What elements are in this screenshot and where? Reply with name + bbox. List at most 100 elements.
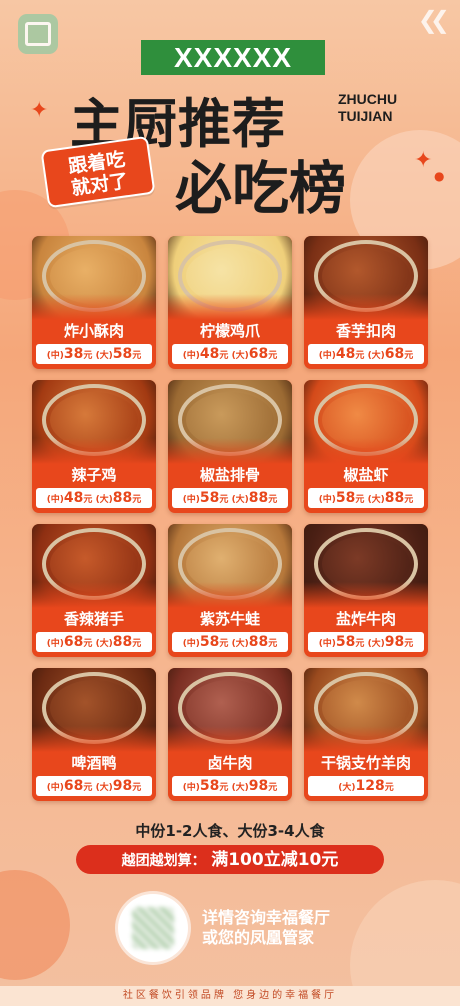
price-size: (大) [95, 639, 113, 649]
price-unit: 元 [404, 639, 414, 649]
dish-price: (中)68元 (大)98元 [36, 776, 152, 796]
dish-card[interactable]: 柠檬鸡爪 (中)48元 (大)68元 [168, 236, 292, 369]
dish-photo [168, 668, 292, 752]
dish-photo [304, 524, 428, 608]
price-value: 88 [248, 490, 269, 506]
price-size: (大) [367, 495, 385, 505]
promo-banner: 越团越划算： 满100立减10元 [76, 845, 384, 874]
dish-photo [168, 524, 292, 608]
slogan-stamp: 跟着吃 就对了 [40, 135, 156, 209]
price-unit: 元 [268, 783, 278, 793]
price-size: (中) [182, 639, 200, 649]
price-unit: 元 [132, 783, 142, 793]
dish-price: (中)48元 (大)68元 [308, 344, 424, 364]
dish-name: 香芋扣肉 [335, 322, 396, 340]
price-size: (中) [318, 495, 336, 505]
price-size: (大) [95, 351, 113, 361]
price-size: (中) [182, 783, 200, 793]
price-size: (大) [367, 639, 385, 649]
dish-name: 干锅支竹羊肉 [320, 754, 411, 772]
price-value: 68 [63, 778, 84, 794]
poster: ❮❮ XXXXXX 主厨推荐 ZHUCHU TUIJIAN 必吃榜 跟着吃 就对… [0, 0, 460, 1006]
price-value: 58 [335, 634, 356, 650]
dish-price: (中)58元 (大)88元 [172, 488, 288, 508]
dish-name: 炸小酥肉 [63, 322, 124, 340]
dish-card[interactable]: 椒盐排骨 (中)58元 (大)88元 [168, 380, 292, 513]
price-size: (大) [231, 783, 249, 793]
dish-price: (中)38元 (大)58元 [36, 344, 152, 364]
price-value: 58 [335, 490, 356, 506]
price-value: 58 [112, 346, 133, 362]
price-value: 38 [63, 346, 84, 362]
decor-circle [0, 870, 70, 980]
dish-grid: 炸小酥肉 (中)38元 (大)58元 柠檬鸡爪 (中)48元 (大)68元 香芋扣肉 (中… [32, 236, 429, 801]
price-value: 88 [112, 490, 133, 506]
portion-note: 中份1-2人食、大份3-4人食 [135, 822, 325, 840]
dish-photo [32, 524, 156, 608]
pinyin-subtitle: ZHUCHU TUIJIAN [338, 91, 397, 125]
dish-price: (中)58元 (大)98元 [308, 632, 424, 652]
dish-photo [32, 380, 156, 464]
dish-card[interactable]: 椒盐虾 (中)58元 (大)88元 [304, 380, 428, 513]
dish-card[interactable]: 啤酒鸭 (中)68元 (大)98元 [32, 668, 156, 801]
promo-offer: 满100立减10元 [211, 850, 339, 870]
dish-name: 啤酒鸭 [71, 754, 117, 772]
price-size: (大) [95, 783, 113, 793]
dish-card[interactable]: 香辣猪手 (中)68元 (大)88元 [32, 524, 156, 657]
price-value: 48 [63, 490, 84, 506]
contact-line: 或您的凤凰管家 [202, 928, 315, 947]
dish-card[interactable]: 香芋扣肉 (中)48元 (大)68元 [304, 236, 428, 369]
dish-name: 香辣猪手 [63, 610, 124, 628]
sparkle-icon: ✦ [414, 148, 433, 173]
dish-name: 卤牛肉 [207, 754, 253, 772]
dish-photo [304, 380, 428, 464]
price-size: (中) [182, 351, 200, 361]
price-value: 88 [384, 490, 405, 506]
price-value: 88 [112, 634, 133, 650]
logo-icon [18, 14, 58, 54]
price-size: (中) [46, 639, 64, 649]
price-unit: 元 [268, 351, 278, 361]
dish-photo [168, 236, 292, 320]
dish-photo [32, 236, 156, 320]
price-unit: 元 [404, 495, 414, 505]
brand-banner: XXXXXX [141, 40, 325, 75]
dish-name: 辣子鸡 [71, 466, 117, 484]
dish-card[interactable]: 炸小酥肉 (中)38元 (大)58元 [32, 236, 156, 369]
dish-card[interactable]: 紫苏牛蛙 (中)58元 (大)88元 [168, 524, 292, 657]
dish-card[interactable]: 卤牛肉 (中)58元 (大)98元 [168, 668, 292, 801]
price-value: 58 [199, 778, 220, 794]
price-size: (中) [318, 351, 336, 361]
sparkle-icon: ✦ [30, 98, 49, 123]
price-value: 68 [248, 346, 269, 362]
price-value: 68 [384, 346, 405, 362]
chevron-icon: ❮❮ [417, 6, 450, 34]
dish-card[interactable]: 辣子鸡 (中)48元 (大)88元 [32, 380, 156, 513]
qr-code[interactable] [118, 894, 188, 962]
sparkle-icon: ● [434, 169, 445, 183]
dish-card[interactable]: 干锅支竹羊肉 (大)128元 [304, 668, 428, 801]
dish-photo [304, 668, 428, 752]
sub-title: 必吃榜 [175, 156, 346, 222]
dish-photo [32, 668, 156, 752]
price-value: 98 [384, 634, 405, 650]
footer-slogan: 社区餐饮引领品牌 您身边的幸福餐厅 [0, 986, 460, 1006]
dish-card[interactable]: 盐炸牛肉 (中)58元 (大)98元 [304, 524, 428, 657]
dish-name: 柠檬鸡爪 [199, 322, 260, 340]
price-unit: 元 [132, 495, 142, 505]
price-value: 58 [199, 634, 220, 650]
dish-name: 椒盐虾 [343, 466, 389, 484]
dish-price: (中)58元 (大)88元 [308, 488, 424, 508]
dish-photo [168, 380, 292, 464]
price-size: (中) [46, 351, 64, 361]
price-value: 48 [199, 346, 220, 362]
pinyin-line: TUIJIAN [338, 108, 393, 124]
price-size: (大) [231, 639, 249, 649]
price-size: (中) [46, 495, 64, 505]
price-size: (大) [231, 351, 249, 361]
price-size: (中) [182, 495, 200, 505]
price-unit: 元 [268, 495, 278, 505]
price-size: (中) [318, 639, 336, 649]
price-unit: 元 [268, 639, 278, 649]
price-unit: 元 [132, 351, 142, 361]
